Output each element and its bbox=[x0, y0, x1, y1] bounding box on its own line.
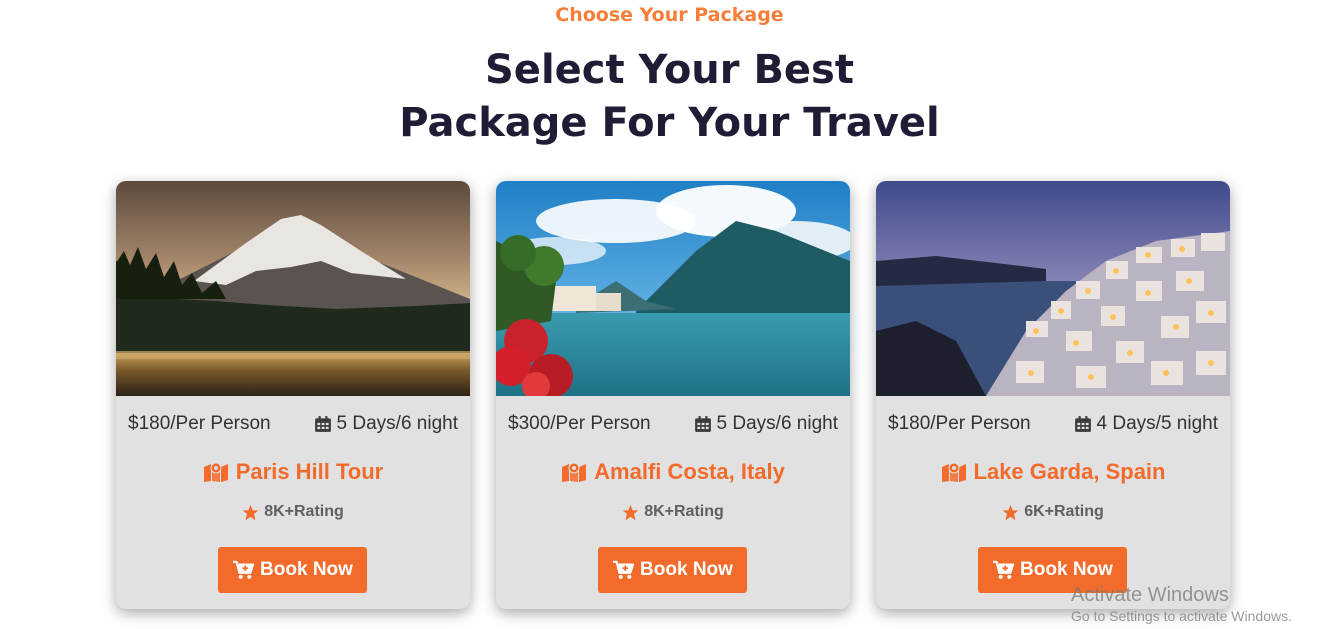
package-card-paris-hill-tour: $180/Per Person 5 Days/6 night Paris Hil… bbox=[116, 181, 470, 609]
package-duration: 4 Days/5 night bbox=[1074, 413, 1218, 435]
headline-line-2: Package For Your Travel bbox=[399, 100, 940, 146]
activate-windows-watermark: Activate Windows Go to Settings to activ… bbox=[1071, 584, 1292, 626]
calendar-icon bbox=[694, 416, 711, 432]
package-rating-text: 8K+Rating bbox=[264, 503, 344, 520]
calendar-icon bbox=[1074, 416, 1091, 432]
cart-plus-icon bbox=[613, 560, 635, 579]
package-card-amalfi-costa: $300/Per Person 5 Days/6 night Amalfi Co… bbox=[496, 181, 850, 609]
package-meta: $180/Per Person 5 Days/6 night bbox=[128, 413, 458, 435]
book-now-label: Book Now bbox=[640, 559, 733, 580]
book-now-label: Book Now bbox=[260, 559, 353, 580]
package-rating-text: 6K+Rating bbox=[1024, 503, 1104, 520]
package-photo bbox=[876, 181, 1230, 396]
book-now-button[interactable]: Book Now bbox=[218, 547, 367, 593]
star-icon bbox=[622, 504, 639, 520]
package-rating: 8K+Rating bbox=[116, 503, 470, 521]
package-duration: 5 Days/6 night bbox=[314, 413, 458, 435]
package-meta: $300/Per Person 5 Days/6 night bbox=[508, 413, 838, 435]
map-icon bbox=[203, 462, 228, 482]
package-card-lake-garda: $180/Per Person 4 Days/5 night Lake Gard… bbox=[876, 181, 1230, 609]
package-title[interactable]: Amalfi Costa, Italy bbox=[496, 459, 850, 485]
star-icon bbox=[242, 504, 259, 520]
package-title-text: Amalfi Costa, Italy bbox=[594, 459, 785, 484]
cart-plus-icon bbox=[233, 560, 255, 579]
package-rating: 6K+Rating bbox=[876, 503, 1230, 521]
package-duration-text: 5 Days/6 night bbox=[336, 413, 458, 434]
watermark-subtitle: Go to Settings to activate Windows. bbox=[1071, 608, 1292, 624]
section-headline: Select Your Best Package For Your Travel bbox=[0, 44, 1339, 150]
map-icon bbox=[941, 462, 966, 482]
calendar-icon bbox=[314, 416, 331, 432]
package-duration: 5 Days/6 night bbox=[694, 413, 838, 435]
package-rating: 8K+Rating bbox=[496, 503, 850, 521]
package-duration-text: 5 Days/6 night bbox=[716, 413, 838, 434]
package-duration-text: 4 Days/5 night bbox=[1096, 413, 1218, 434]
package-title[interactable]: Paris Hill Tour bbox=[116, 459, 470, 485]
package-meta: $180/Per Person 4 Days/5 night bbox=[888, 413, 1218, 435]
watermark-title: Activate Windows bbox=[1071, 584, 1229, 606]
package-price: $180/Per Person bbox=[888, 413, 1031, 434]
package-title-text: Lake Garda, Spain bbox=[973, 459, 1166, 484]
book-now-label: Book Now bbox=[1020, 559, 1113, 580]
headline-line-1: Select Your Best bbox=[485, 47, 854, 93]
package-photo bbox=[496, 181, 850, 396]
package-price: $180/Per Person bbox=[128, 413, 271, 434]
package-title-text: Paris Hill Tour bbox=[235, 459, 384, 484]
book-now-button[interactable]: Book Now bbox=[598, 547, 747, 593]
package-title[interactable]: Lake Garda, Spain bbox=[876, 459, 1230, 485]
star-icon bbox=[1002, 504, 1019, 520]
section-eyebrow: Choose Your Package bbox=[555, 4, 784, 26]
map-icon bbox=[562, 462, 587, 482]
cart-plus-icon bbox=[993, 560, 1015, 579]
package-price: $300/Per Person bbox=[508, 413, 651, 434]
package-photo bbox=[116, 181, 470, 396]
package-rating-text: 8K+Rating bbox=[644, 503, 724, 520]
